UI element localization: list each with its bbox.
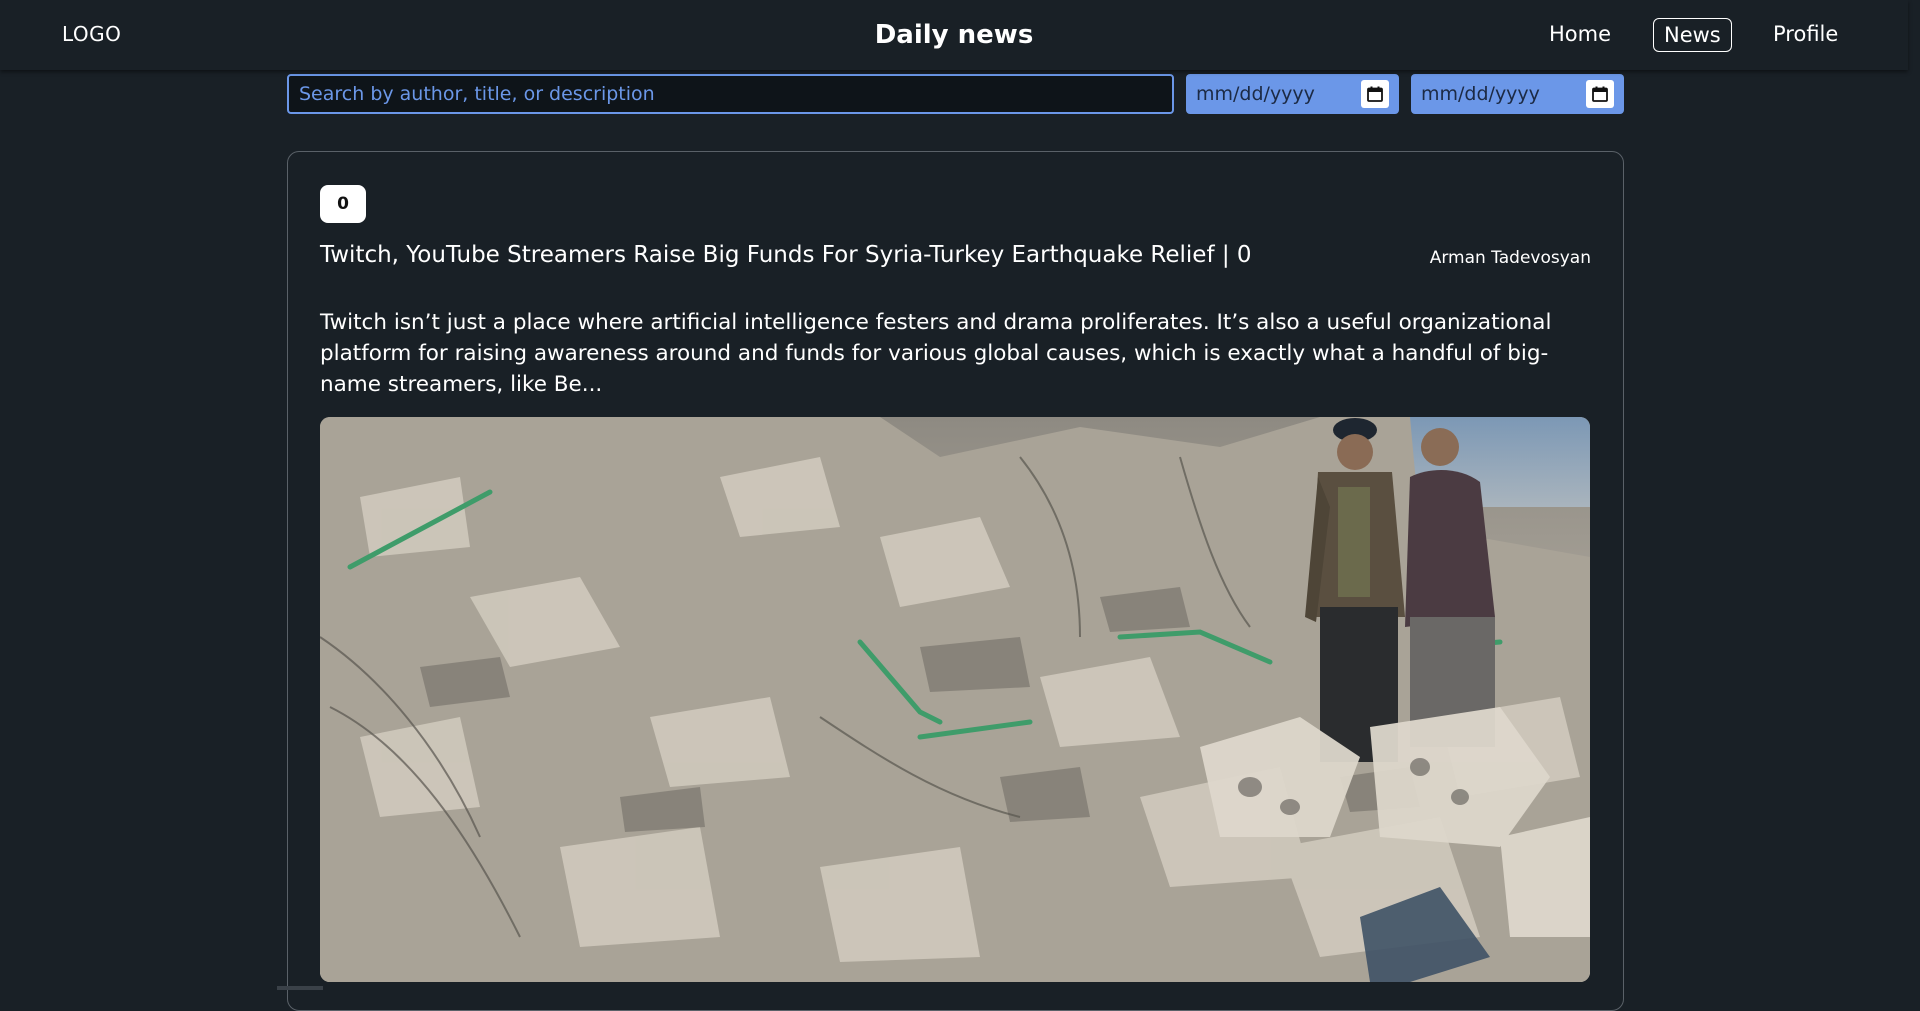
article-image[interactable]: [320, 417, 1590, 982]
nav-news-link[interactable]: News: [1653, 18, 1732, 52]
article-author: Arman Tadevosyan: [1429, 248, 1591, 268]
horizontal-scrollbar[interactable]: [277, 986, 323, 990]
article-title[interactable]: Twitch, YouTube Streamers Raise Big Fund…: [320, 242, 1380, 268]
nav-profile-link[interactable]: Profile: [1773, 18, 1838, 52]
nav-home-link[interactable]: Home: [1549, 18, 1611, 52]
date-to-placeholder: mm/dd/yyyy: [1421, 83, 1540, 105]
calendar-icon[interactable]: [1361, 80, 1389, 108]
article-badge: 0: [320, 185, 366, 223]
main-nav: Home News Profile: [0, 18, 1908, 52]
date-from-input[interactable]: mm/dd/yyyy: [1186, 74, 1399, 114]
filter-bar: mm/dd/yyyy mm/dd/yyyy: [287, 74, 1624, 114]
search-input[interactable]: [287, 74, 1174, 114]
calendar-icon[interactable]: [1586, 80, 1614, 108]
article-description: Twitch isn’t just a place where artifici…: [320, 310, 1552, 397]
top-navbar: LOGO Daily news Home News Profile: [0, 0, 1908, 70]
date-from-placeholder: mm/dd/yyyy: [1196, 83, 1315, 105]
date-to-input[interactable]: mm/dd/yyyy: [1411, 74, 1624, 114]
news-card[interactable]: 0 Twitch, YouTube Streamers Raise Big Fu…: [287, 151, 1624, 1011]
